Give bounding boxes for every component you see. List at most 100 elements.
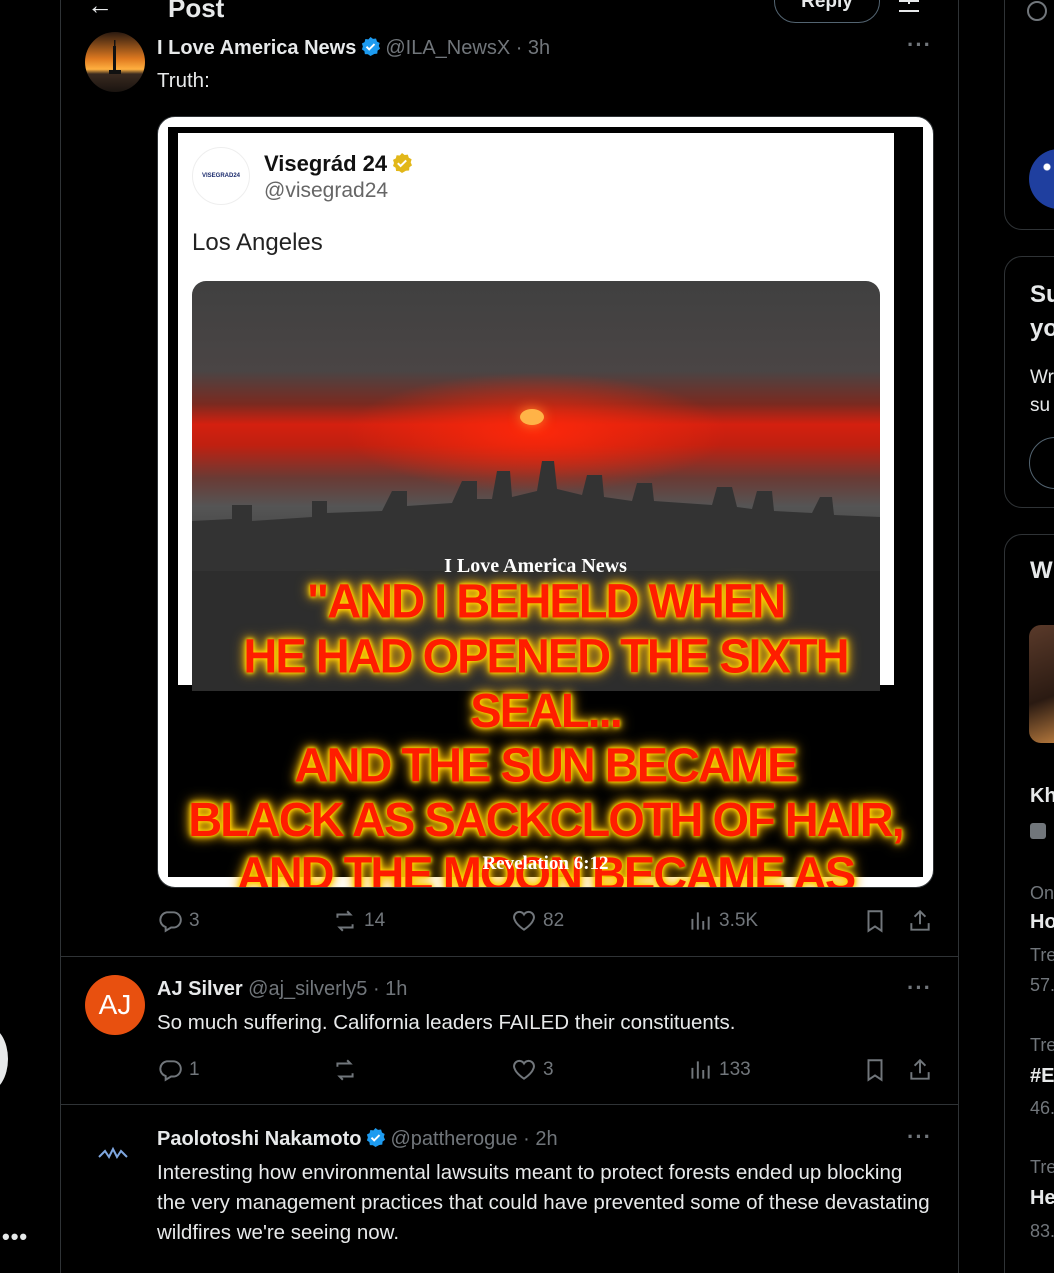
post-compose-button[interactable]	[0, 1026, 8, 1092]
author-handle[interactable]: @ILA_NewsX	[385, 37, 510, 59]
reply-button[interactable]: Reply	[774, 0, 880, 23]
subscribe-title-a: Su	[1030, 281, 1054, 308]
sliders-icon[interactable]	[897, 0, 921, 18]
bookmark-action[interactable]	[862, 908, 888, 934]
trend-thumbnail[interactable]	[1029, 625, 1054, 743]
avatar[interactable]	[85, 1125, 145, 1185]
quoted-author-handle: @visegrad24	[264, 179, 389, 202]
bookmark-icon	[867, 1059, 883, 1082]
gold-verified-badge-icon	[393, 153, 413, 173]
verified-badge-icon	[367, 1127, 386, 1148]
quoted-name-text: Visegrád 24	[264, 151, 388, 176]
more-options-icon[interactable]: ···	[907, 1124, 932, 1150]
post-image[interactable]: VISEGRAD24 Visegrád 24 @visegrad24 Los A…	[157, 116, 934, 888]
post-text: Interesting how environmental lawsuits m…	[157, 1161, 930, 1244]
quoted-author-name: Visegrád 24	[264, 151, 413, 177]
analytics-icon	[691, 912, 710, 930]
back-arrow-icon[interactable]: ←	[87, 0, 113, 21]
post-time[interactable]: · 1h	[373, 978, 407, 1000]
trend-meta: Tre	[1030, 945, 1054, 965]
trend-title[interactable]: Ho	[1030, 911, 1054, 934]
quote-line: HE HAD OPENED THE SIXTH SEAL...	[243, 628, 849, 738]
trend-title[interactable]: He	[1030, 1187, 1054, 1210]
more-options-icon[interactable]: ···	[907, 975, 932, 1001]
trend-title[interactable]: #E	[1030, 1065, 1054, 1088]
subscribe-body-b: su	[1030, 395, 1051, 416]
external-link-icon	[1030, 823, 1046, 839]
repost-count: 14	[364, 910, 386, 931]
like-action[interactable]: 3	[511, 1057, 554, 1083]
bookmark-icon	[867, 910, 883, 933]
author-name[interactable]: Paolotoshi Nakamoto	[157, 1128, 361, 1150]
post-actions: 3 14 82 3.5K	[157, 908, 937, 938]
search-icon[interactable]	[1027, 1, 1047, 21]
trend-count: 57.	[1030, 975, 1054, 995]
flag-avatar[interactable]	[1029, 149, 1054, 209]
more-options-icon[interactable]: •••	[2, 1224, 28, 1250]
post-header: I Love America News @ILA_NewsX · 3h	[157, 36, 550, 60]
subscribe-button[interactable]	[1029, 437, 1054, 489]
scripture-reference: Revelation 6:12	[482, 853, 609, 874]
post-text: Truth:	[157, 69, 210, 92]
post-time[interactable]: · 2h	[523, 1128, 557, 1150]
reply-action[interactable]: 3	[157, 908, 200, 934]
trends-title: W	[1030, 557, 1053, 584]
reply-post[interactable]: AJ AJ Silver @aj_silverly5 · 1h ··· So m…	[61, 957, 958, 1105]
avatar[interactable]: AJ	[85, 975, 145, 1035]
repost-action[interactable]: 14	[332, 908, 385, 934]
share-icon	[910, 909, 930, 931]
statue-of-liberty-avatar-icon	[85, 32, 145, 92]
quote-line: "AND I BEHELD WHEN	[306, 573, 786, 629]
search-card	[1004, 0, 1054, 230]
author-handle[interactable]: @aj_silverly5	[248, 978, 367, 1000]
more-options-icon[interactable]: ···	[907, 32, 932, 58]
post-header: Paolotoshi Nakamoto @pattherogue · 2h	[157, 1127, 558, 1151]
subscribe-card: Su yo Wr su	[1004, 256, 1054, 508]
top-bar: ← Post Reply	[61, 0, 958, 38]
reply-action[interactable]: 1	[157, 1057, 200, 1083]
views-action[interactable]: 133	[687, 1057, 751, 1083]
reply-post[interactable]: Paolotoshi Nakamoto @pattherogue · 2h ···…	[61, 1105, 958, 1273]
quoted-post-text: Los Angeles	[192, 229, 323, 256]
repost-action[interactable]	[332, 1057, 364, 1083]
share-action[interactable]	[907, 1057, 933, 1083]
page-title: Post	[168, 0, 225, 23]
reply-bubble-icon	[159, 1060, 182, 1082]
main-post[interactable]: I Love America News @ILA_NewsX · 3h ··· T…	[61, 32, 958, 957]
heart-icon	[513, 1059, 535, 1080]
share-icon	[910, 1058, 930, 1080]
meme-frame: VISEGRAD24 Visegrád 24 @visegrad24 Los A…	[168, 127, 923, 887]
view-count: 133	[719, 1059, 751, 1080]
trend-count: 46.	[1030, 1098, 1054, 1118]
trend-title[interactable]: Kh	[1030, 785, 1054, 808]
quote-line: AND THE SUN BECAME	[294, 737, 799, 792]
trend-count: 83.	[1030, 1221, 1054, 1241]
reply-count: 1	[189, 1059, 200, 1080]
scripture-quote: "AND I BEHELD WHEN HE HAD OPENED THE SIX…	[168, 573, 923, 887]
author-name[interactable]: AJ Silver	[157, 978, 243, 1000]
subscribe-title-b: yo	[1030, 315, 1054, 342]
author-handle[interactable]: @pattherogue	[390, 1128, 517, 1150]
sun-shape	[520, 409, 544, 425]
views-action[interactable]: 3.5K	[687, 908, 758, 934]
bookmark-action[interactable]	[862, 1057, 888, 1083]
post-text: So much suffering. California leaders FA…	[157, 1011, 736, 1034]
trend-context: Tre	[1030, 1035, 1054, 1055]
heart-icon	[513, 910, 535, 931]
verified-badge-icon	[362, 36, 381, 57]
subscribe-body-a: Wr	[1030, 367, 1054, 388]
right-sidebar: Su yo Wr su W Kh On Ho Tre 57. Tre #E 46…	[1004, 0, 1054, 1273]
repost-icon	[336, 910, 354, 932]
post-time[interactable]: · 3h	[516, 37, 550, 59]
left-nav-rail: •••	[0, 0, 60, 1273]
reply-bubble-icon	[159, 911, 182, 933]
post-actions: 1 3 133	[157, 1057, 937, 1087]
avatar[interactable]	[85, 32, 145, 92]
post-header: AJ Silver @aj_silverly5 · 1h	[157, 978, 407, 1001]
like-action[interactable]: 82	[511, 908, 564, 934]
trend-context: On	[1030, 883, 1054, 903]
share-action[interactable]	[907, 908, 933, 934]
reply-count: 3	[189, 910, 200, 931]
author-name[interactable]: I Love America News	[157, 37, 356, 59]
like-count: 3	[543, 1059, 554, 1080]
